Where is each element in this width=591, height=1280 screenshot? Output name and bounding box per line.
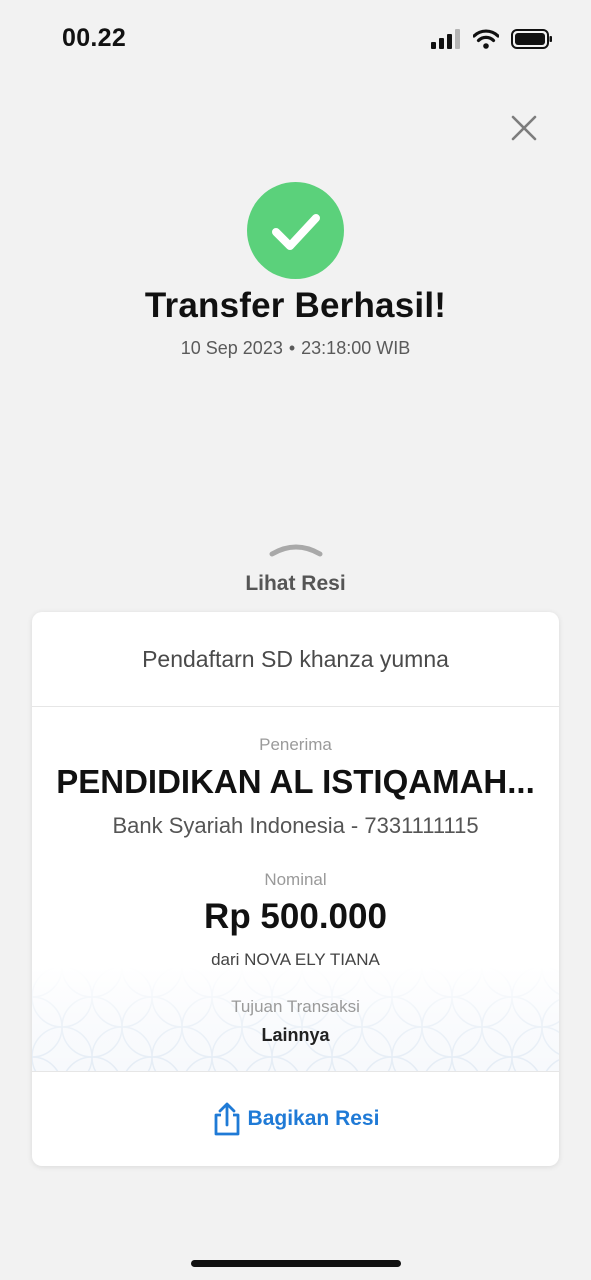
transaction-datetime: 10 Sep 2023 • 23:18:00 WIB bbox=[0, 338, 591, 359]
status-icons bbox=[431, 26, 553, 52]
home-indicator[interactable] bbox=[191, 1260, 401, 1267]
success-badge bbox=[247, 182, 344, 279]
amount-label: Nominal bbox=[264, 870, 327, 889]
close-button[interactable] bbox=[508, 112, 540, 144]
view-receipt-button[interactable]: Lihat Resi bbox=[0, 572, 591, 596]
wifi-icon bbox=[473, 29, 499, 49]
sender-name: dari NOVA ELY TIANA bbox=[211, 950, 380, 969]
datetime-separator: • bbox=[288, 338, 296, 358]
share-icon bbox=[214, 1102, 239, 1136]
receipt-card: Pendaftarn SD khanza yumna Penerima PEND… bbox=[32, 612, 559, 1166]
recipient-label: Penerima bbox=[259, 735, 332, 754]
recipient-bank-account: Bank Syariah Indonesia - 7331111115 bbox=[112, 813, 479, 838]
share-receipt-label: Bagikan Resi bbox=[247, 1107, 380, 1130]
purpose-label: Tujuan Transaksi bbox=[231, 997, 360, 1016]
chevron-up-icon[interactable] bbox=[268, 538, 324, 560]
transfer-note: Pendaftarn SD khanza yumna bbox=[32, 612, 559, 707]
transaction-time: 23:18:00 WIB bbox=[301, 338, 411, 358]
battery-icon bbox=[511, 29, 552, 49]
receipt-details: Penerima PENDIDIKAN AL ISTIQAMAH... Bank… bbox=[32, 707, 559, 1071]
transfer-amount: Rp 500.000 bbox=[204, 897, 387, 936]
recipient-name: PENDIDIKAN AL ISTIQAMAH... bbox=[56, 763, 535, 800]
share-receipt-button[interactable]: Bagikan Resi bbox=[32, 1071, 559, 1166]
transaction-purpose: Lainnya bbox=[261, 1025, 330, 1045]
checkmark-icon bbox=[271, 213, 320, 250]
cellular-signal-icon bbox=[431, 29, 460, 49]
close-icon bbox=[511, 115, 537, 141]
transfer-success-screen: 00.22 Transfer Berhasil! 10 Sep 2023 • 2… bbox=[0, 0, 591, 1280]
page-title: Transfer Berhasil! bbox=[144, 286, 447, 325]
transaction-date: 10 Sep 2023 bbox=[180, 338, 283, 358]
decorative-pattern bbox=[32, 967, 559, 1071]
status-time: 00.22 bbox=[62, 24, 127, 52]
